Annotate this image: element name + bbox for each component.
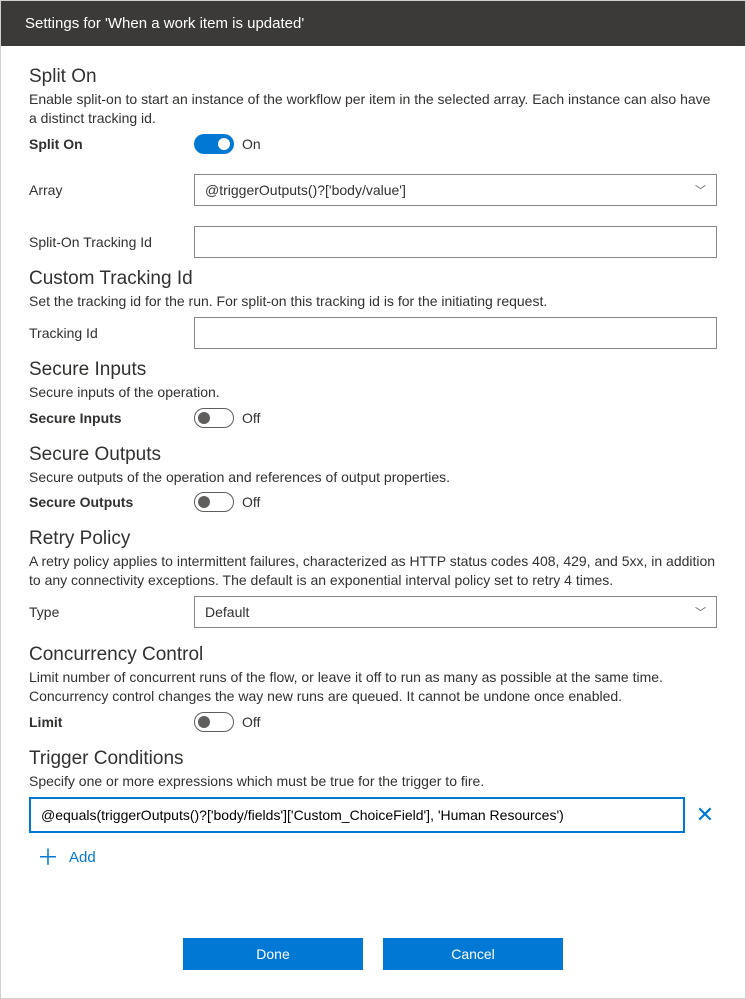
secure-inputs-toggle-label: Secure Inputs bbox=[29, 410, 194, 426]
add-label: Add bbox=[69, 849, 96, 866]
add-condition-button[interactable]: ＋ Add bbox=[29, 843, 717, 873]
cancel-button[interactable]: Cancel bbox=[383, 938, 563, 970]
dialog-footer: Done Cancel bbox=[1, 913, 745, 998]
retry-policy-title: Retry Policy bbox=[29, 528, 717, 550]
concurrency-title: Concurrency Control bbox=[29, 644, 717, 666]
dialog-content: Split On Enable split-on to start an ins… bbox=[1, 46, 745, 913]
retry-policy-section: Retry Policy A retry policy applies to i… bbox=[29, 528, 717, 628]
retry-type-value: Default bbox=[205, 604, 249, 620]
dialog-header: Settings for 'When a work item is update… bbox=[1, 1, 745, 46]
custom-tracking-desc: Set the tracking id for the run. For spl… bbox=[29, 292, 717, 311]
condition-row: ✕ bbox=[29, 797, 717, 833]
array-value: @triggerOutputs()?['body/value'] bbox=[205, 182, 406, 198]
trigger-conditions-section: Trigger Conditions Specify one or more e… bbox=[29, 748, 717, 873]
secure-outputs-toggle[interactable] bbox=[194, 492, 234, 512]
secure-outputs-section: Secure Outputs Secure outputs of the ope… bbox=[29, 444, 717, 513]
chevron-down-icon: ﹀ bbox=[695, 182, 706, 198]
secure-inputs-desc: Secure inputs of the operation. bbox=[29, 383, 717, 402]
retry-type-dropdown[interactable]: Default ﹀ bbox=[194, 596, 717, 628]
split-on-toggle-label: Split On bbox=[29, 136, 194, 152]
remove-condition-icon[interactable]: ✕ bbox=[693, 802, 717, 828]
split-on-desc: Enable split-on to start an instance of … bbox=[29, 90, 717, 128]
custom-tracking-section: Custom Tracking Id Set the tracking id f… bbox=[29, 268, 717, 349]
secure-outputs-title: Secure Outputs bbox=[29, 444, 717, 466]
secure-inputs-toggle-state: Off bbox=[242, 410, 260, 426]
concurrency-toggle[interactable] bbox=[194, 712, 234, 732]
secure-outputs-desc: Secure outputs of the operation and refe… bbox=[29, 468, 717, 487]
secure-outputs-toggle-label: Secure Outputs bbox=[29, 494, 194, 510]
tracking-id-label: Tracking Id bbox=[29, 325, 194, 341]
split-tracking-input[interactable] bbox=[194, 226, 717, 258]
secure-inputs-toggle[interactable] bbox=[194, 408, 234, 428]
split-tracking-label: Split-On Tracking Id bbox=[29, 234, 194, 250]
concurrency-toggle-label: Limit bbox=[29, 714, 194, 730]
trigger-conditions-title: Trigger Conditions bbox=[29, 748, 717, 770]
done-button[interactable]: Done bbox=[183, 938, 363, 970]
custom-tracking-title: Custom Tracking Id bbox=[29, 268, 717, 290]
chevron-down-icon: ﹀ bbox=[695, 604, 706, 620]
retry-policy-desc: A retry policy applies to intermittent f… bbox=[29, 552, 717, 590]
trigger-conditions-desc: Specify one or more expressions which mu… bbox=[29, 772, 717, 791]
secure-inputs-title: Secure Inputs bbox=[29, 359, 717, 381]
dialog-title: Settings for 'When a work item is update… bbox=[25, 15, 304, 32]
split-on-title: Split On bbox=[29, 66, 717, 88]
array-dropdown[interactable]: @triggerOutputs()?['body/value'] ﹀ bbox=[194, 174, 717, 206]
concurrency-toggle-state: Off bbox=[242, 714, 260, 730]
secure-inputs-section: Secure Inputs Secure inputs of the opera… bbox=[29, 359, 717, 428]
concurrency-section: Concurrency Control Limit number of conc… bbox=[29, 644, 717, 732]
array-label: Array bbox=[29, 182, 194, 198]
tracking-id-input[interactable] bbox=[194, 317, 717, 349]
concurrency-desc: Limit number of concurrent runs of the f… bbox=[29, 668, 717, 706]
secure-outputs-toggle-state: Off bbox=[242, 494, 260, 510]
plus-icon: ＋ bbox=[37, 847, 59, 869]
split-on-toggle-state: On bbox=[242, 136, 261, 152]
condition-input[interactable] bbox=[29, 797, 685, 833]
retry-type-label: Type bbox=[29, 604, 194, 620]
split-on-toggle[interactable] bbox=[194, 134, 234, 154]
split-on-section: Split On Enable split-on to start an ins… bbox=[29, 66, 717, 258]
